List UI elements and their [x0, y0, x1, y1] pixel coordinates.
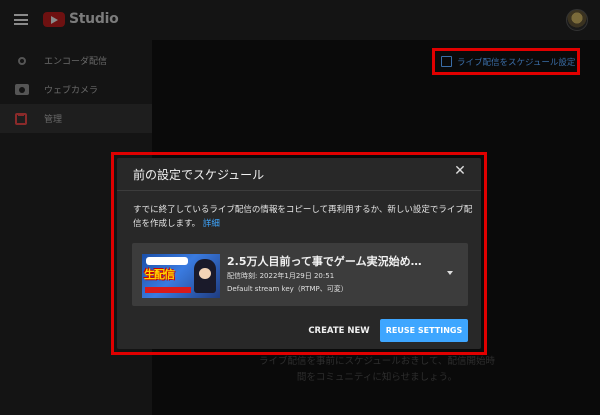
empty-state-hint: ライブ配信を事前にスケジュールおきして、配信開始時 間をコミュニティに知らせまし…: [232, 354, 522, 386]
sidebar-item-label: ウェブカメラ: [44, 86, 99, 96]
thumbnail-character: [194, 259, 216, 293]
schedule-stream-button[interactable]: ライブ配信をスケジュール設定: [432, 48, 580, 75]
stream-date: 配信時刻: 2022年1月29日 20:51: [227, 272, 335, 280]
calendar-icon: [15, 113, 27, 125]
thumbnail-banner: [146, 257, 188, 265]
stream-thumbnail: 生配信: [142, 254, 220, 298]
youtube-logo-icon: [43, 11, 65, 27]
camera-icon: [15, 84, 29, 95]
chevron-down-icon[interactable]: [447, 271, 453, 275]
top-bar: Studio: [0, 0, 600, 40]
logo-text: Studio: [69, 11, 119, 27]
menu-icon[interactable]: [14, 14, 28, 25]
previous-stream-selector[interactable]: 生配信 2.5万人目前って事でゲーム実況始め… 配信時刻: 2022年1月29日…: [132, 243, 468, 306]
sidebar-item-manage[interactable]: 管理: [0, 104, 152, 133]
stream-title: 2.5万人目前って事でゲーム実況始め…: [227, 255, 422, 268]
sidebar-item-label: 管理: [44, 115, 63, 125]
broadcast-icon: [18, 56, 26, 65]
hint-line: ライブ配信を事前にスケジュールおきして、配信開始時: [258, 356, 496, 367]
close-icon[interactable]: ✕: [453, 164, 467, 178]
divider: [117, 190, 481, 191]
studio-logo[interactable]: Studio: [43, 11, 119, 27]
calendar-icon: [441, 56, 452, 67]
description-text: すでに終了しているライブ配信の情報をコピーして再利用するか、新しい設定でライブ配…: [133, 205, 473, 229]
reuse-settings-dialog: 前の設定でスケジュール ✕ すでに終了しているライブ配信の情報をコピーして再利用…: [117, 158, 481, 349]
stream-key: Default stream key（RTMP、可変）: [227, 285, 348, 293]
avatar[interactable]: [566, 9, 588, 31]
schedule-stream-label: ライブ配信をスケジュール設定: [457, 57, 576, 68]
sidebar-item-label: エンコーダ配信: [44, 57, 108, 67]
sidebar-item-webcam[interactable]: ウェブカメラ: [0, 75, 152, 104]
dialog-title: 前の設定でスケジュール: [133, 168, 265, 182]
create-new-button[interactable]: CREATE NEW: [306, 320, 372, 342]
hint-line: 間をコミュニティに知らせましょう。: [296, 372, 458, 383]
reuse-settings-button[interactable]: REUSE SETTINGS: [380, 319, 468, 342]
dialog-description: すでに終了しているライブ配信の情報をコピーして再利用するか、新しい設定でライブ配…: [133, 203, 473, 231]
thumbnail-text: 生配信: [144, 268, 175, 281]
learn-more-link[interactable]: 詳細: [203, 219, 220, 229]
sidebar-item-encoder[interactable]: エンコーダ配信: [0, 46, 152, 75]
thumbnail-subbar: [145, 287, 191, 293]
